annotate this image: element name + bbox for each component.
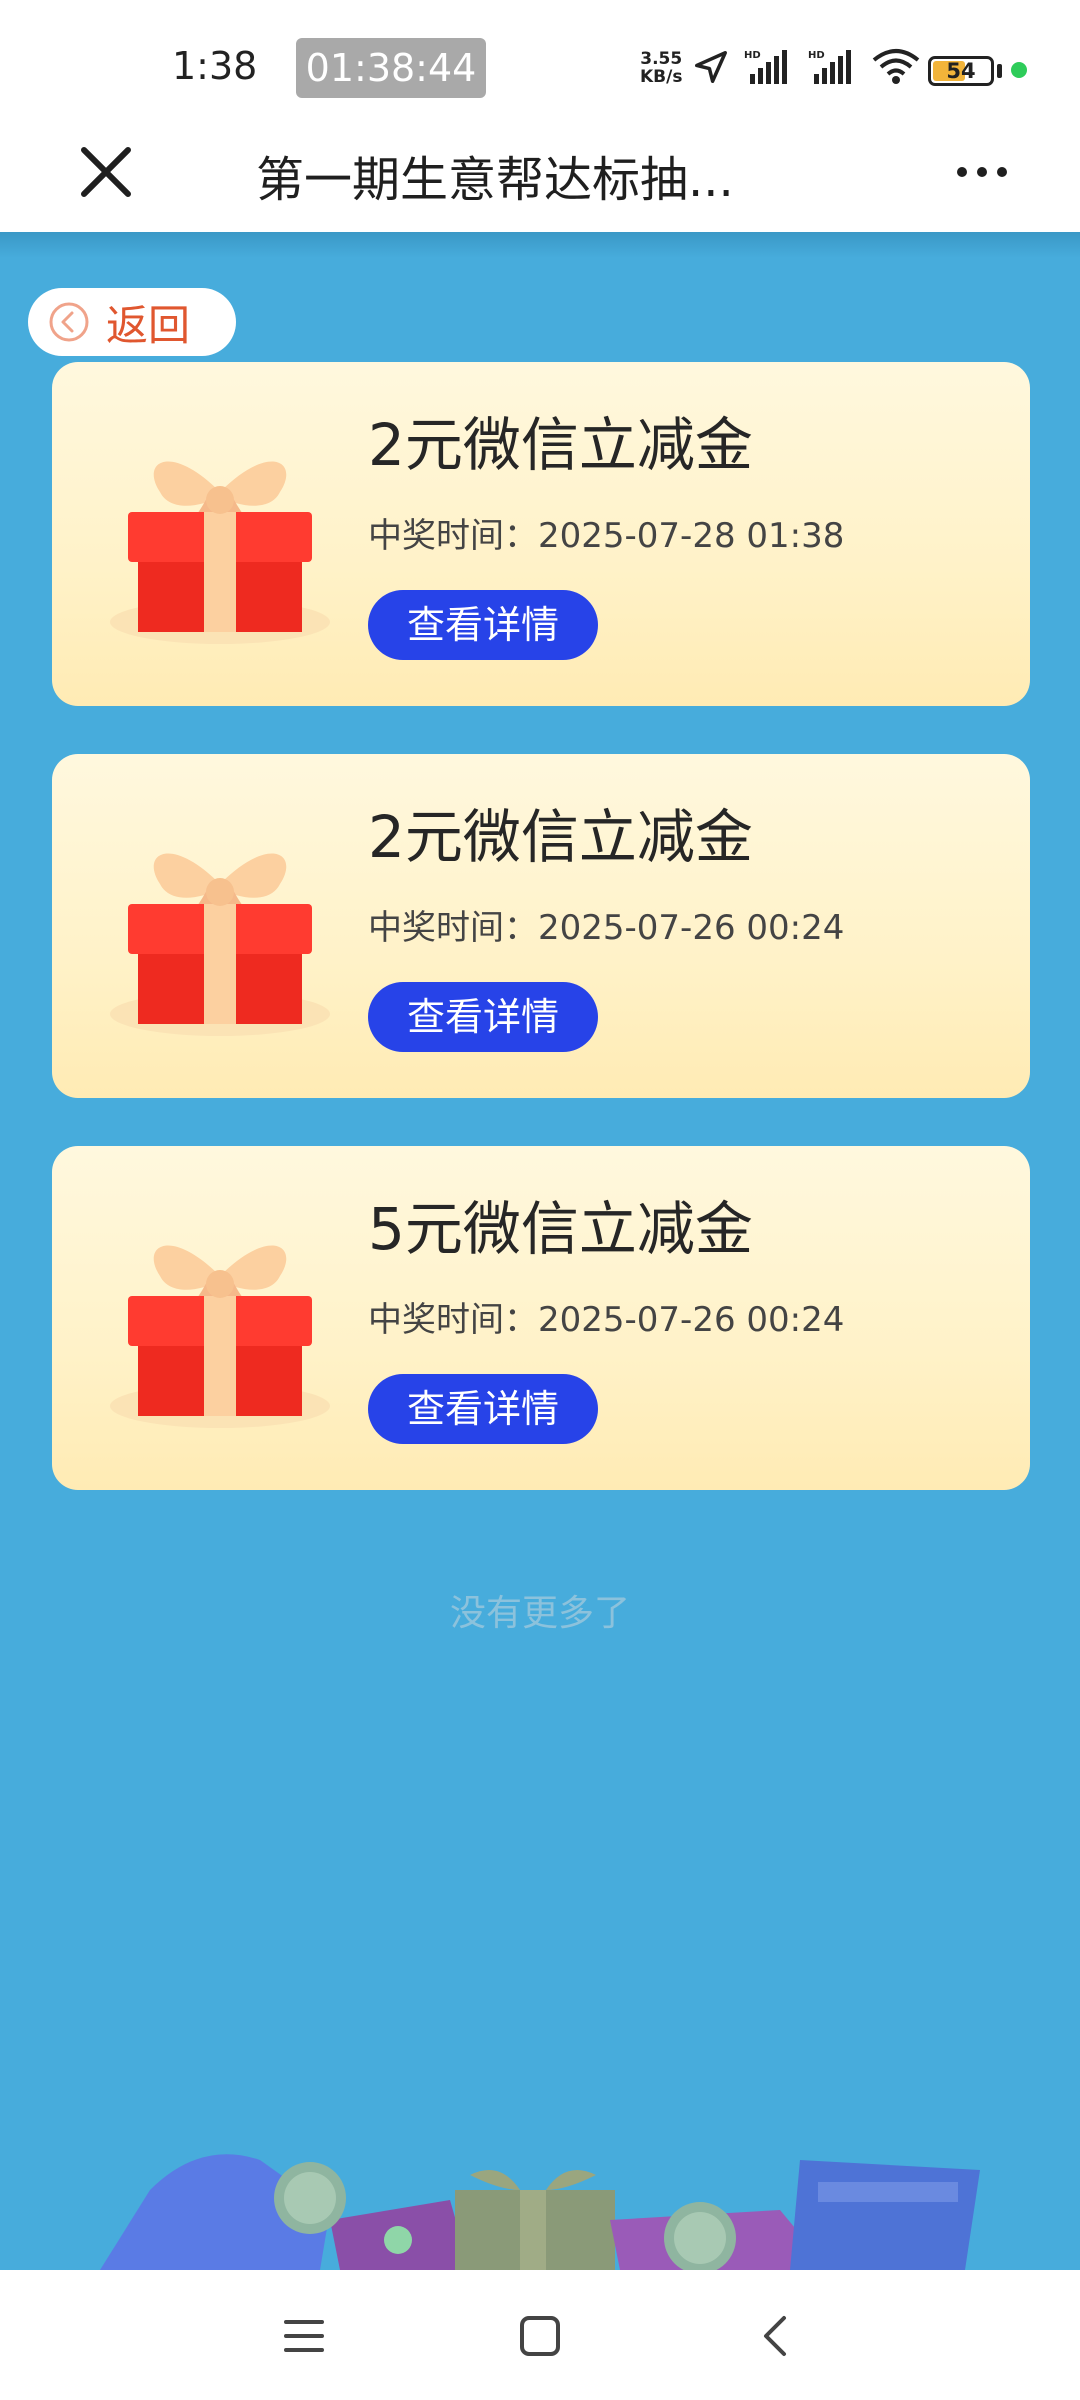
view-details-button[interactable]: 查看详情	[368, 982, 598, 1052]
system-nav-bar	[0, 2270, 1080, 2400]
menu-icon[interactable]	[276, 2308, 332, 2364]
timer-badge: 01:38:44	[296, 38, 486, 98]
prize-card: 2元微信立减金 中奖时间：2025-07-28 01:38 查看详情	[52, 362, 1030, 706]
active-indicator-dot	[1011, 62, 1027, 78]
hd-signal-icon: HD	[744, 50, 787, 84]
back-button[interactable]: 返回	[28, 288, 236, 356]
back-icon[interactable]	[748, 2308, 804, 2364]
network-speed-unit: KB/s	[640, 67, 683, 87]
page-title: 第一期生意帮达标抽...	[256, 152, 734, 208]
prize-time: 中奖时间：2025-07-28 01:38	[368, 516, 845, 556]
hd-signal-icon: HD	[808, 50, 851, 84]
nav-shadow	[0, 232, 1080, 258]
no-more-text: 没有更多了	[449, 1593, 630, 1634]
prize-title: 5元微信立减金	[368, 1195, 753, 1263]
wifi-icon	[872, 49, 920, 84]
network-speed-value: 3.55	[640, 49, 683, 69]
chevron-left-circle-icon	[49, 302, 89, 342]
prize-title: 2元微信立减金	[368, 411, 753, 479]
prize-card: 5元微信立减金 中奖时间：2025-07-26 00:24 查看详情	[52, 1146, 1030, 1490]
home-icon[interactable]	[512, 2308, 568, 2364]
battery-icon: 54	[928, 56, 994, 86]
gifts-decoration	[100, 2154, 980, 2270]
prize-card: 2元微信立减金 中奖时间：2025-07-26 00:24 查看详情	[52, 754, 1030, 1098]
svg-text:HD: HD	[808, 50, 825, 61]
prize-time: 中奖时间：2025-07-26 00:24	[368, 908, 845, 948]
close-icon[interactable]	[74, 140, 138, 204]
prize-title: 2元微信立减金	[368, 803, 753, 871]
prize-time: 中奖时间：2025-07-26 00:24	[368, 1300, 845, 1340]
nav-bar: 第一期生意帮达标抽...	[0, 130, 1080, 232]
more-icon[interactable]	[952, 152, 1012, 192]
battery-level: 54	[946, 59, 976, 83]
location-arrow-icon	[695, 51, 727, 83]
gift-box-icon	[110, 461, 330, 644]
view-details-button[interactable]: 查看详情	[368, 1374, 598, 1444]
view-details-button[interactable]: 查看详情	[368, 590, 598, 660]
back-button-label: 返回	[106, 300, 191, 350]
status-icons: HD HD	[692, 48, 920, 86]
status-time: 1:38	[172, 44, 258, 88]
status-bar: 1:38 01:38:44 3.55 KB/s HD HD 54	[0, 0, 1080, 130]
battery-cap	[997, 64, 1002, 78]
network-speed: 3.55 KB/s	[640, 50, 682, 86]
svg-text:HD: HD	[744, 50, 761, 61]
gift-box-icon	[110, 853, 330, 1036]
gift-box-icon	[110, 1245, 330, 1428]
